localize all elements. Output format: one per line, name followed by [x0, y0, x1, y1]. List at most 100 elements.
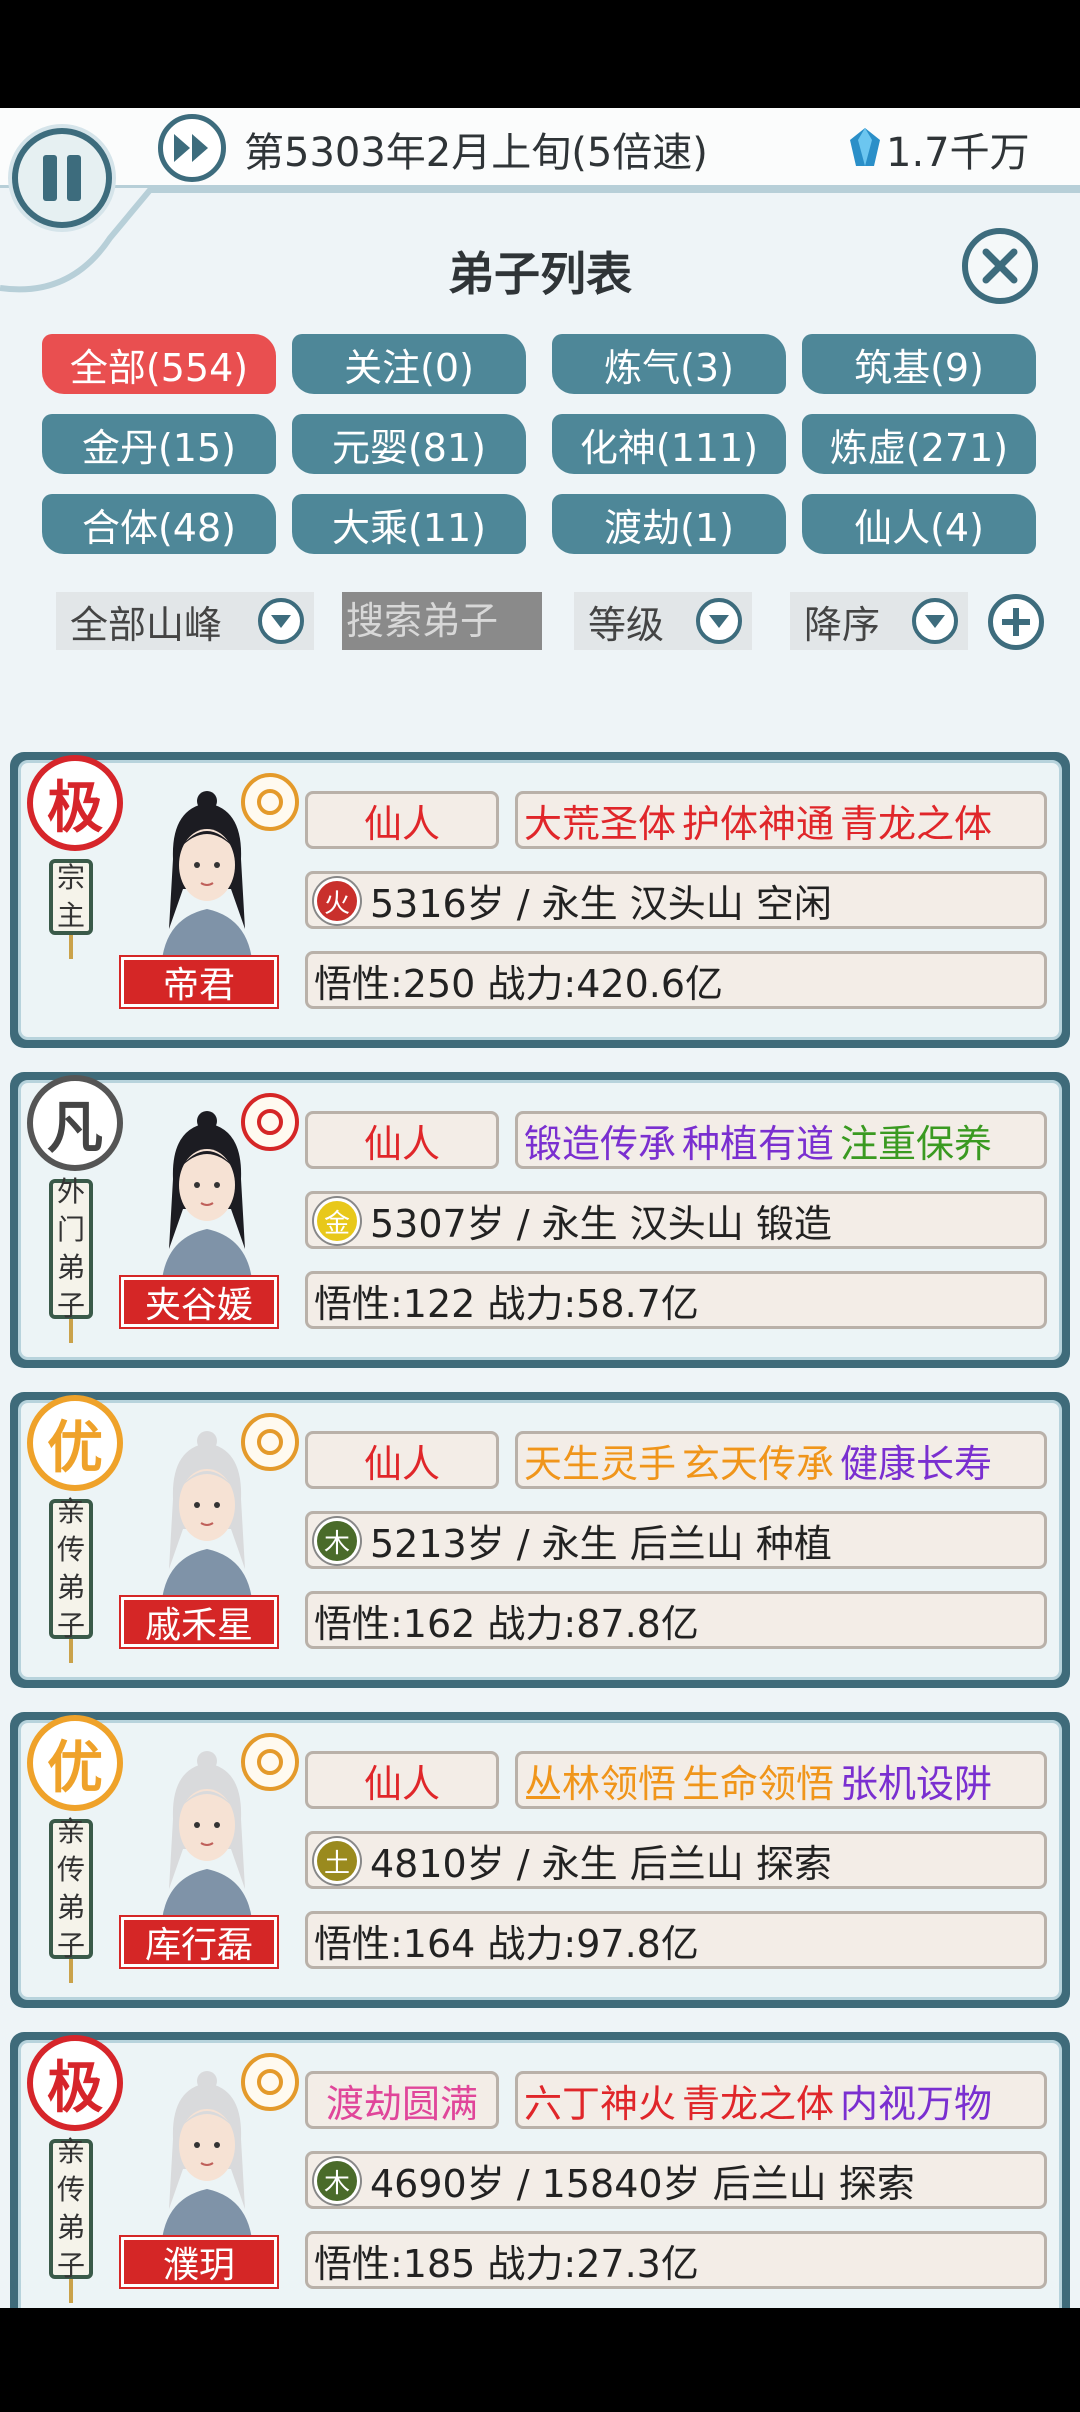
trait-label: 种植有道	[682, 1121, 835, 1166]
card-body: 凡外门弟子夹谷媛 仙人 锻造传承 种植有道 注重保养金 5307岁 / 永生 汉头山 锻造…	[18, 1075, 1062, 1360]
role-char: 弟	[56, 2211, 85, 2244]
disciple-name[interactable]: 库行磊	[121, 1917, 277, 1967]
close-button[interactable]	[962, 228, 1038, 304]
age-location-status: 火 5316岁 / 永生 汉头山 空闲	[305, 871, 1047, 929]
comprehension-power-stats: 悟性:162 战力:87.8亿	[305, 1591, 1047, 1649]
info-text: 5307岁 / 永生 汉头山 锻造	[370, 1201, 832, 1246]
disciple-name[interactable]: 戚禾星	[121, 1597, 277, 1647]
sun-core	[257, 2069, 283, 2095]
card-body: 优亲传弟子戚禾星 仙人 天生灵手 玄天传承 健康长寿木 5213岁 / 永生 后兰山 种植…	[18, 1395, 1062, 1680]
element-icon: 木	[314, 2158, 360, 2204]
talent-grade-badge: 极	[27, 2035, 123, 2131]
trait-label: 锻造传承	[524, 1121, 677, 1166]
disciple-name[interactable]: 帝君	[121, 957, 277, 1007]
comprehension-power-stats: 悟性:185 战力:27.3亿	[305, 2231, 1047, 2289]
trait-label: 生命领悟	[682, 1761, 835, 1806]
role-tag-tassel	[69, 1959, 73, 1983]
disciple-name[interactable]: 夹谷媛	[121, 1277, 277, 1327]
trait-label: 青龙之体	[840, 801, 993, 846]
sun-core	[257, 789, 283, 815]
order-label: 降序	[804, 602, 881, 647]
filter-tab[interactable]: 元婴(81)	[292, 414, 526, 474]
role-tag-tassel	[69, 935, 73, 959]
role-char: 亲	[56, 1815, 85, 1848]
comprehension-power-stats: 悟性:122 战力:58.7亿	[305, 1271, 1047, 1329]
sun-icon	[241, 1733, 299, 1791]
role-char: 主	[56, 899, 85, 932]
card-body: 优亲传弟子库行磊 仙人 丛林领悟 生命领悟 张机设阱土 4810岁 / 永生 后兰山 探索…	[18, 1715, 1062, 2000]
filter-tab[interactable]: 关注(0)	[292, 334, 526, 394]
role-char: 传	[56, 1533, 85, 1566]
role-char: 弟	[56, 1891, 85, 1924]
filter-tab[interactable]: 合体(48)	[42, 494, 276, 554]
age-location-status: 土 4810岁 / 永生 后兰山 探索	[305, 1831, 1047, 1889]
info-text: 5213岁 / 永生 后兰山 种植	[370, 1521, 832, 1566]
disciple-card[interactable]: 优亲传弟子戚禾星 仙人 天生灵手 玄天传承 健康长寿木 5213岁 / 永生 后兰山 种植…	[10, 1392, 1070, 1688]
pause-button[interactable]	[12, 128, 112, 228]
sort-by-dropdown[interactable]: 等级	[574, 592, 752, 650]
chevron-down-icon	[912, 598, 958, 644]
chevron-down-icon	[696, 598, 742, 644]
disciple-card[interactable]: 凡外门弟子夹谷媛 仙人 锻造传承 种植有道 注重保养金 5307岁 / 永生 汉头山 锻造…	[10, 1072, 1070, 1368]
filter-tab[interactable]: 金丹(15)	[42, 414, 276, 474]
sun-core	[257, 1429, 283, 1455]
role-tag: 亲传弟子	[49, 2135, 93, 2282]
role-tag-tassel	[69, 1639, 73, 1663]
add-button[interactable]	[988, 594, 1044, 650]
role-tag-tassel	[69, 1319, 73, 1343]
role-char: 弟	[56, 1571, 85, 1604]
talent-grade-badge: 极	[27, 755, 123, 851]
role-char: 弟	[56, 1251, 85, 1284]
realm-label: 渡劫圆满	[305, 2071, 499, 2129]
filter-tab[interactable]: 大乘(11)	[292, 494, 526, 554]
role-char: 传	[56, 1853, 85, 1886]
fast-forward-icon	[174, 134, 208, 162]
role-tag-tassel	[69, 2279, 73, 2303]
age-location-status: 木 5213岁 / 永生 后兰山 种植	[305, 1511, 1047, 1569]
filter-tab[interactable]: 仙人(4)	[802, 494, 1036, 554]
filter-tab[interactable]: 炼虚(271)	[802, 414, 1036, 474]
element-icon: 火	[314, 878, 360, 924]
disciple-name[interactable]: 濮玥	[121, 2237, 277, 2287]
search-input[interactable]	[342, 592, 542, 650]
trait-label: 大荒圣体	[524, 801, 677, 846]
order-dropdown[interactable]: 降序	[790, 592, 968, 650]
disciple-card[interactable]: 极宗主帝君 仙人 大荒圣体 护体神通 青龙之体火 5316岁 / 永生 汉头山 空闲 悟性:…	[10, 752, 1070, 1048]
filter-tab[interactable]: 全部(554)	[42, 334, 276, 394]
info-text: 5316岁 / 永生 汉头山 空闲	[370, 881, 832, 926]
card-body: 极宗主帝君 仙人 大荒圣体 护体神通 青龙之体火 5316岁 / 永生 汉头山 空闲 悟性:…	[18, 755, 1062, 1040]
traits-box: 大荒圣体 护体神通 青龙之体	[515, 791, 1047, 849]
role-tag: 亲传弟子	[49, 1495, 93, 1642]
age-location-status: 金 5307岁 / 永生 汉头山 锻造	[305, 1191, 1047, 1249]
element-icon: 土	[314, 1838, 360, 1884]
trait-label: 青龙之体	[682, 2081, 835, 2126]
filter-tab[interactable]: 筑基(9)	[802, 334, 1036, 394]
filter-tab[interactable]: 炼气(3)	[552, 334, 786, 394]
trait-label: 六丁神火	[524, 2081, 677, 2126]
trait-label: 内视万物	[840, 2081, 993, 2126]
plus-icon	[1002, 608, 1030, 636]
realm-label: 仙人	[305, 791, 499, 849]
comprehension-power-stats: 悟性:250 战力:420.6亿	[305, 951, 1047, 1009]
traits-box: 六丁神火 青龙之体 内视万物	[515, 2071, 1047, 2129]
spirit-stone-icon	[850, 128, 880, 166]
role-tag: 宗主	[49, 859, 93, 935]
role-char: 传	[56, 2173, 85, 2206]
peak-dropdown[interactable]: 全部山峰	[56, 592, 314, 650]
disciple-card[interactable]: 优亲传弟子库行磊 仙人 丛林领悟 生命领悟 张机设阱土 4810岁 / 永生 后兰山 探索…	[10, 1712, 1070, 2008]
disciple-card[interactable]: 极亲传弟子濮玥 渡劫圆满 六丁神火 青龙之体 内视万物木 4690岁 / 15840岁 后…	[10, 2032, 1070, 2308]
realm-label: 仙人	[305, 1431, 499, 1489]
sun-icon	[241, 773, 299, 831]
role-tag: 外门弟子	[49, 1175, 93, 1322]
comprehension-power-stats: 悟性:164 战力:97.8亿	[305, 1911, 1047, 1969]
trait-label: 天生灵手	[524, 1441, 677, 1486]
talent-grade-badge: 优	[27, 1395, 123, 1491]
game-screen: 第5303年2月上旬(5倍速) 1.7千万 弟子列表 全部(554) 关注(0) 炼…	[0, 108, 1080, 2308]
trait-label: 护体神通	[682, 801, 835, 846]
filter-tab[interactable]: 化神(111)	[552, 414, 786, 474]
element-icon: 木	[314, 1518, 360, 1564]
realm-label: 仙人	[305, 1751, 499, 1809]
role-tag: 亲传弟子	[49, 1815, 93, 1962]
filter-tab[interactable]: 渡劫(1)	[552, 494, 786, 554]
traits-box: 锻造传承 种植有道 注重保养	[515, 1111, 1047, 1169]
